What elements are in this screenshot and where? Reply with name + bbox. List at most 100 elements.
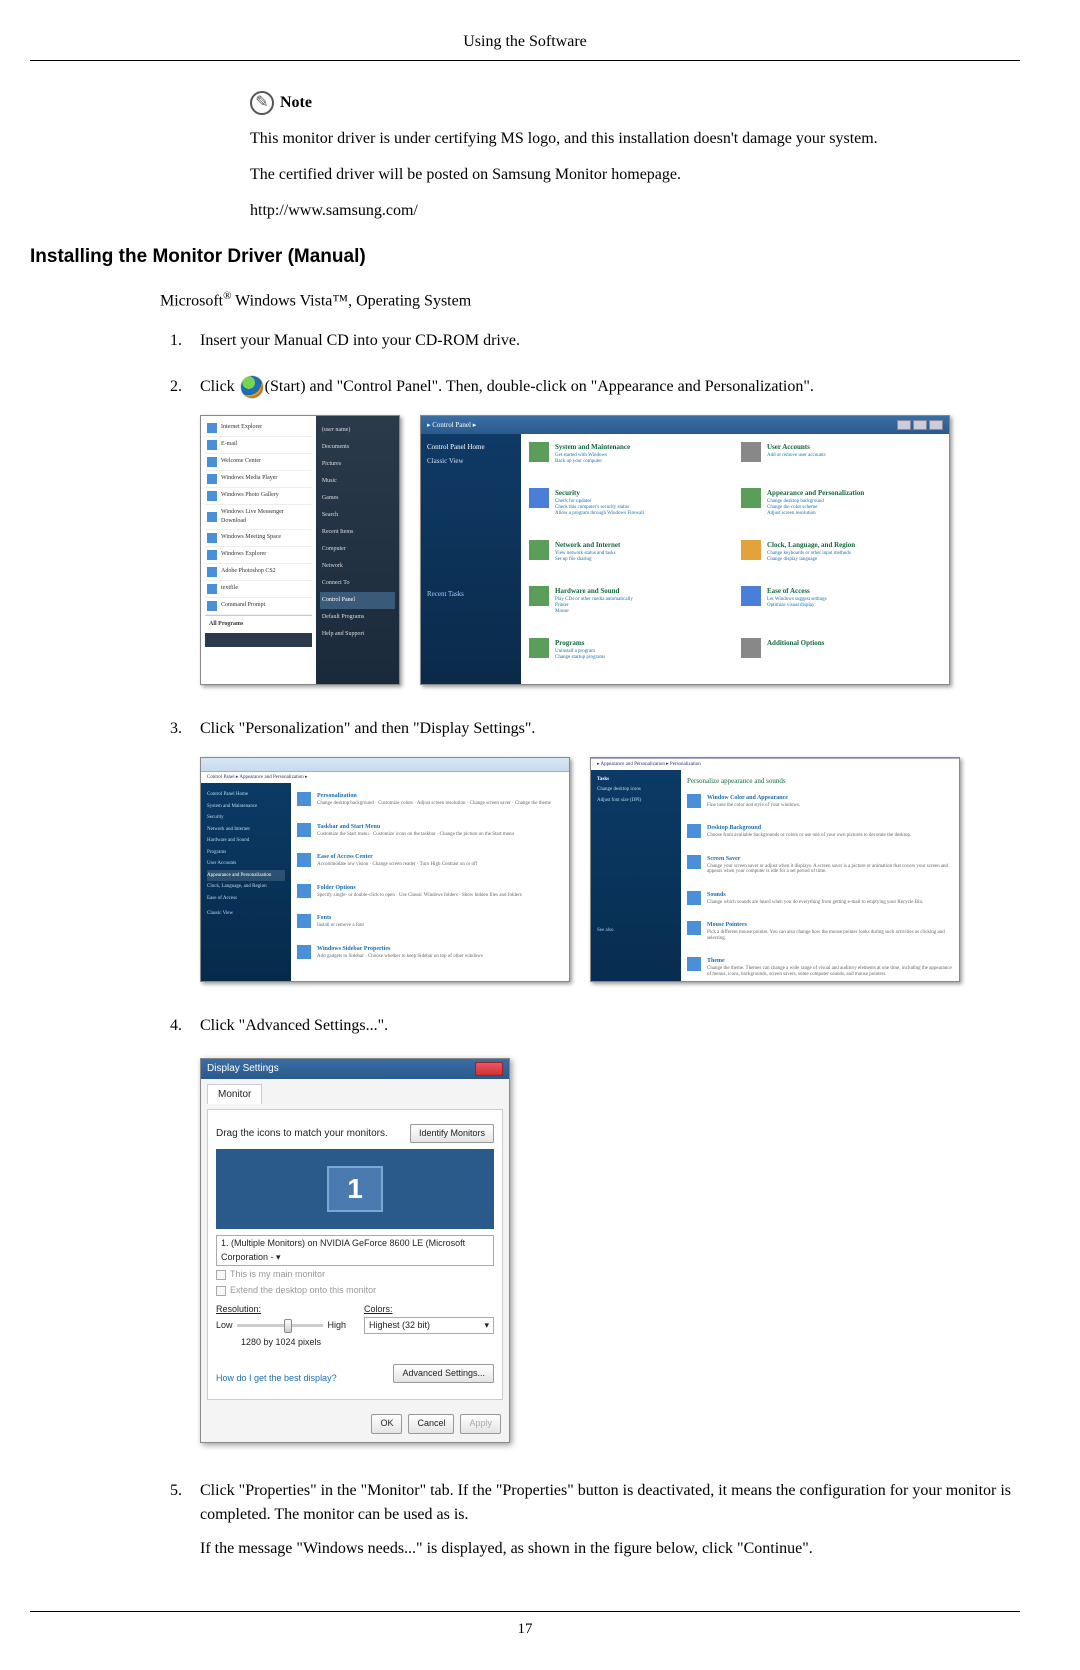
cp-category[interactable]: Clock, Language, and RegionChange keyboa… [741,540,941,578]
start-menu-right-item[interactable]: Recent Items [320,524,395,541]
start-menu-item[interactable]: Command Prompt [205,598,312,615]
cp-breadcrumb[interactable]: ▸ Control Panel ▸ [427,420,476,431]
start-menu-item[interactable]: Internet Explorer [205,420,312,437]
advanced-settings-button[interactable]: Advanced Settings... [393,1364,494,1384]
pz-entry[interactable]: Mouse PointersPick a different mouse poi… [687,918,953,954]
start-all-programs[interactable]: All Programs [205,615,312,631]
start-menu-right-item[interactable]: Connect To [320,575,395,592]
identify-monitors-button[interactable]: Identify Monitors [410,1124,494,1144]
ds-tab-monitor[interactable]: Monitor [207,1084,262,1104]
ap-titlebar [201,758,569,772]
start-menu-item[interactable]: Windows Explorer [205,547,312,564]
os-mid: Windows Vista™ [231,292,348,309]
note-line-2: The certified driver will be posted on S… [250,163,1020,187]
ap-entry[interactable]: PersonalizationChange desktop background… [297,789,563,820]
pz-main-title: Personalize appearance and sounds [687,776,953,787]
cp-category[interactable]: Ease of AccessLet Windows suggest settin… [741,586,941,630]
ap-side-item[interactable]: Hardware and Sound [207,835,285,847]
monitor-icon[interactable]: 1 [327,1166,383,1212]
ap-entry[interactable]: Folder OptionsSpecify single- or double-… [297,881,563,912]
start-menu-item[interactable]: Windows Media Player [205,471,312,488]
pz-entry[interactable]: SoundsChange which sounds are heard when… [687,888,953,919]
cp-category[interactable]: Appearance and PersonalizationChange des… [741,488,941,532]
start-menu-item[interactable]: Welcome Center [205,454,312,471]
colors-select[interactable]: Highest (32 bit)▾ [364,1317,494,1335]
screenshot-personalization: ▸ Appearance and Personalization ▸ Perso… [590,757,960,982]
close-icon[interactable] [475,1062,503,1076]
ok-button[interactable]: OK [371,1414,402,1434]
pz-entry[interactable]: Desktop BackgroundChoose from available … [687,821,953,852]
ds-preview-area[interactable]: 1 [216,1149,494,1229]
ap-side-item[interactable]: Control Panel Home [207,789,285,801]
pz-breadcrumb[interactable]: ▸ Appearance and Personalization ▸ Perso… [591,759,959,771]
step-1-text: Insert your Manual CD into your CD-ROM d… [200,329,1020,353]
cp-category[interactable]: Network and InternetView network status … [529,540,729,578]
extend-desktop-checkbox: Extend the desktop onto this monitor [216,1284,494,1298]
ap-side-item[interactable]: Classic View [207,908,285,920]
ap-side-item[interactable]: User Accounts [207,858,285,870]
start-menu-right-item[interactable]: Games [320,490,395,507]
ap-entry[interactable]: FontsInstall or remove a font [297,911,563,942]
start-menu-item[interactable]: textfile [205,581,312,598]
pz-entry[interactable]: Window Color and AppearanceFine tune the… [687,791,953,822]
step-5-text-2: If the message "Windows needs..." is dis… [200,1537,1020,1561]
window-controls[interactable] [897,420,943,430]
pz-entry[interactable]: ThemeChange the theme. Themes can change… [687,954,953,982]
ap-entry[interactable]: Taskbar and Start MenuCustomize the Star… [297,820,563,851]
ap-side-item[interactable]: Ease of Access [207,893,285,905]
apply-button: Apply [460,1414,501,1434]
resolution-slider[interactable]: Low High [216,1319,346,1333]
start-menu-right-item[interactable]: Help and Support [320,626,395,643]
start-menu-item[interactable]: Windows Meeting Space [205,530,312,547]
start-menu-right-item[interactable]: Default Programs [320,609,395,626]
start-search-box[interactable] [205,633,312,647]
start-menu-right-item[interactable]: Control Panel [320,592,395,609]
cp-category[interactable]: System and MaintenanceGet started with W… [529,442,729,480]
section-heading: Installing the Monitor Driver (Manual) [30,243,1020,272]
start-menu-right-item[interactable]: Search [320,507,395,524]
start-menu-item[interactable]: Windows Live Messenger Download [205,505,312,530]
screenshot-display-settings: Display Settings Monitor Drag the icons … [200,1058,510,1443]
pz-tasks-label: Tasks [597,776,675,784]
ap-entry[interactable]: Ease of Access CenterAccommodate low vis… [297,850,563,881]
start-menu-right-item[interactable]: Network [320,558,395,575]
cp-category[interactable]: Hardware and SoundPlay CDs or other medi… [529,586,729,630]
start-menu-right-item[interactable]: Documents [320,439,395,456]
os-suffix: , Operating System [348,292,471,309]
start-menu-right-item[interactable]: Computer [320,541,395,558]
ap-side-item[interactable]: Appearance and Personalization [207,870,285,882]
ap-side-item[interactable]: Network and Internet [207,824,285,836]
ap-breadcrumb[interactable]: Control Panel ▸ Appearance and Personali… [201,772,569,784]
cp-side-recent: Recent Tasks [427,589,515,600]
pz-entry[interactable]: Screen SaverChange your screen saver or … [687,852,953,888]
cp-category[interactable]: SecurityCheck for updatesCheck this comp… [529,488,729,532]
ds-help-link[interactable]: How do I get the best display? [216,1372,337,1386]
pz-side-desktop-icons[interactable]: Change desktop icons [597,784,675,796]
start-menu-right-item[interactable]: (user name) [320,422,395,439]
start-menu-item[interactable]: E-mail [205,437,312,454]
cp-category[interactable]: Additional Options [741,638,941,676]
monitor-select[interactable]: 1. (Multiple Monitors) on NVIDIA GeForce… [216,1235,494,1266]
cancel-button[interactable]: Cancel [408,1414,454,1434]
cp-category[interactable]: ProgramsUninstall a programChange startu… [529,638,729,676]
screenshot-control-panel: ▸ Control Panel ▸ Control Panel Home Cla… [420,415,950,685]
start-menu-item[interactable]: Adobe Photoshop CS2 [205,564,312,581]
ap-entry[interactable]: Windows Sidebar PropertiesAdd gadgets to… [297,942,563,973]
ap-side-item[interactable]: Programs [207,847,285,859]
start-menu-right-item[interactable]: Pictures [320,456,395,473]
pz-side-font-size[interactable]: Adjust font size (DPI) [597,795,675,807]
start-menu-right-item[interactable]: Music [320,473,395,490]
ap-side-item[interactable]: System and Maintenance [207,801,285,813]
ap-side-item[interactable]: Clock, Language, and Region [207,881,285,893]
start-menu-item[interactable]: Windows Photo Gallery [205,488,312,505]
cp-category[interactable]: User AccountsAdd or remove user accounts [741,442,941,480]
step-2-text: Click (Start) and "Control Panel". Then,… [200,375,1020,399]
screenshot-appearance-personalization: Control Panel ▸ Appearance and Personali… [200,757,570,982]
step-4-number: 4. [160,1014,182,1038]
pz-see-also: See also [597,927,675,935]
step-1-number: 1. [160,329,182,353]
ap-side-item[interactable]: Security [207,812,285,824]
cp-side-classic[interactable]: Classic View [427,454,515,469]
cp-side-home[interactable]: Control Panel Home [427,440,515,455]
step-2: 2. Click (Start) and "Control Panel". Th… [160,375,1020,705]
